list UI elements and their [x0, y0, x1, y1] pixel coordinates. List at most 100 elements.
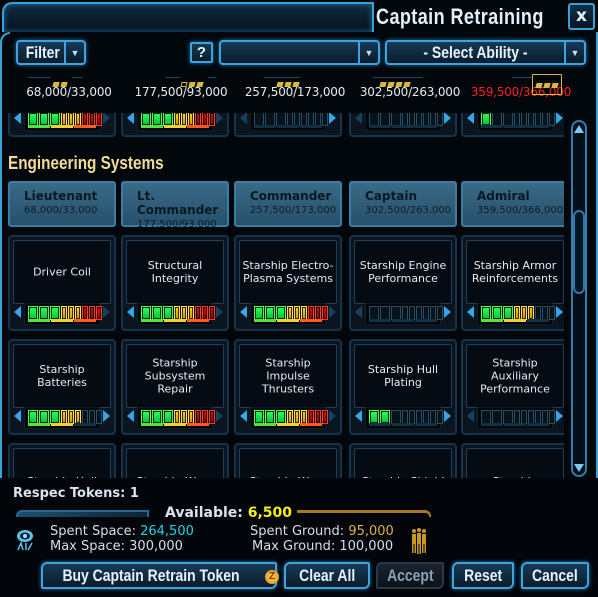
increase-arrow-icon[interactable] [103, 306, 110, 318]
skill-tile[interactable]: Starship Hull [8, 443, 116, 478]
rank-cell-empty [549, 113, 555, 126]
rank-cell-empty [416, 306, 422, 320]
increase-arrow-icon[interactable] [216, 306, 223, 318]
rank-cell-filled [322, 306, 328, 320]
increase-arrow-icon[interactable] [444, 113, 451, 124]
increase-arrow-icon[interactable] [103, 410, 110, 422]
rank-cell-filled [265, 306, 275, 320]
tier-segment [504, 319, 526, 322]
tier-segment [51, 423, 73, 426]
skill-tile[interactable]: Starship Engine Performance [349, 235, 457, 331]
skill-icon-area: Starship Hull [13, 448, 111, 478]
rank-cell-filled [39, 306, 49, 320]
skill-name: Starship Hull Plating [367, 363, 439, 389]
increase-arrow-icon[interactable] [444, 306, 451, 318]
rank-cell-filled [521, 306, 527, 320]
skill-tile[interactable]: Starship Armor Reinforcements [461, 235, 564, 331]
decrease-arrow-icon[interactable] [355, 410, 362, 422]
increase-arrow-icon[interactable] [556, 410, 563, 422]
skill-icon-area: Starship Engine Performance [354, 240, 452, 304]
buy-retrain-token-button[interactable]: Buy Captain Retrain Token Z [41, 562, 279, 589]
decrease-arrow-icon[interactable] [14, 410, 21, 422]
rank-cell-empty [437, 410, 443, 424]
decrease-arrow-icon[interactable] [127, 113, 134, 124]
increase-arrow-icon[interactable] [329, 410, 336, 422]
help-button[interactable]: ? [190, 42, 213, 63]
increase-arrow-icon[interactable] [329, 113, 336, 124]
skill-tile[interactable]: Starship Auxiliary Performance [461, 339, 564, 435]
rank-meter-track [365, 113, 443, 131]
increase-arrow-icon[interactable] [216, 113, 223, 124]
decrease-arrow-icon[interactable] [467, 306, 474, 318]
rank-insignia-icon [532, 74, 562, 95]
rank-cell-filled [209, 113, 215, 126]
skill-tile[interactable] [461, 113, 564, 137]
skill-tile[interactable] [234, 113, 342, 137]
skill-tile[interactable] [8, 113, 116, 137]
reset-button[interactable]: Reset [452, 562, 514, 589]
close-button[interactable]: x [568, 3, 595, 30]
decrease-arrow-icon[interactable] [355, 113, 362, 124]
decrease-arrow-icon[interactable] [14, 306, 21, 318]
skill-tile[interactable]: Starship Impulse Thrusters [234, 339, 342, 435]
skill-tile[interactable]: Starship Subsystem Repair [121, 339, 229, 435]
increase-arrow-icon[interactable] [103, 113, 110, 124]
vertical-scrollbar[interactable] [571, 120, 587, 477]
rank-pips [122, 72, 240, 87]
tier-segment [392, 125, 414, 128]
skill-tile[interactable]: Starship Batteries [8, 339, 116, 435]
decrease-arrow-icon[interactable] [240, 306, 247, 318]
tier-segment [277, 125, 299, 128]
rank-meter-track [365, 303, 443, 325]
decrease-arrow-icon[interactable] [467, 410, 474, 422]
skill-tile[interactable] [349, 113, 457, 137]
increase-arrow-icon[interactable] [329, 306, 336, 318]
decrease-arrow-icon[interactable] [467, 113, 474, 124]
rank-insignia-icon [276, 74, 300, 93]
rank-cell-filled [68, 306, 74, 320]
decrease-arrow-icon[interactable] [240, 113, 247, 124]
increase-arrow-icon[interactable] [556, 306, 563, 318]
decrease-arrow-icon[interactable] [127, 410, 134, 422]
decrease-arrow-icon[interactable] [240, 410, 247, 422]
accept-button[interactable]: Accept [376, 562, 444, 589]
rank-meter-track [24, 407, 102, 429]
rank-cell-empty [521, 410, 527, 424]
cancel-button[interactable]: Cancel [521, 562, 589, 589]
scroll-down-icon[interactable] [574, 464, 584, 472]
skill-tile[interactable]: Driver Coil [8, 235, 116, 331]
decrease-arrow-icon[interactable] [14, 113, 21, 124]
rank-cell-filled [301, 306, 307, 320]
filter-dropdown[interactable]: Filter ▼ [16, 40, 86, 65]
rank-cell-filled [481, 306, 491, 320]
increase-arrow-icon[interactable] [444, 410, 451, 422]
skill-rank-meter [353, 113, 453, 132]
rank-cell-filled [315, 306, 321, 320]
tier-segment [28, 319, 50, 322]
skill-tile[interactable]: Starship Shield [349, 443, 457, 478]
rank-insignia-icon [379, 74, 411, 93]
rank-cell-filled [188, 306, 194, 320]
increase-arrow-icon[interactable] [216, 410, 223, 422]
skill-tile[interactable]: Starship Warp [234, 443, 342, 478]
title-bar[interactable] [2, 2, 374, 32]
increase-arrow-icon[interactable] [556, 113, 563, 124]
scrollbar-thumb[interactable] [573, 210, 585, 294]
section-title: Engineering Systems [8, 153, 164, 173]
skill-tile[interactable] [121, 113, 229, 137]
clear-all-button[interactable]: Clear All [284, 562, 370, 589]
skill-tile[interactable]: Starship Weapon [461, 443, 564, 478]
skills-scroll-area[interactable]: Engineering Systems Lieutenant 68,000/33,… [8, 113, 564, 478]
decrease-arrow-icon[interactable] [127, 306, 134, 318]
skill-rank-meter [465, 302, 564, 326]
skill-tile[interactable]: Starship Warp [121, 443, 229, 478]
scroll-up-icon[interactable] [574, 125, 584, 133]
decrease-arrow-icon[interactable] [355, 306, 362, 318]
rank-cell-filled [276, 306, 286, 320]
category-dropdown[interactable]: ▼ [219, 40, 380, 65]
skill-tile[interactable]: Structural Integrity [121, 235, 229, 331]
skill-tile[interactable]: Starship Electro-Plasma Systems [234, 235, 342, 331]
select-ability-dropdown[interactable]: - Select Ability - ▼ [385, 40, 586, 65]
skill-tile[interactable]: Starship Hull Plating [349, 339, 457, 435]
rank-header-row: Lieutenant 68,000/33,000 Lt. Commander 177,… [8, 181, 564, 233]
